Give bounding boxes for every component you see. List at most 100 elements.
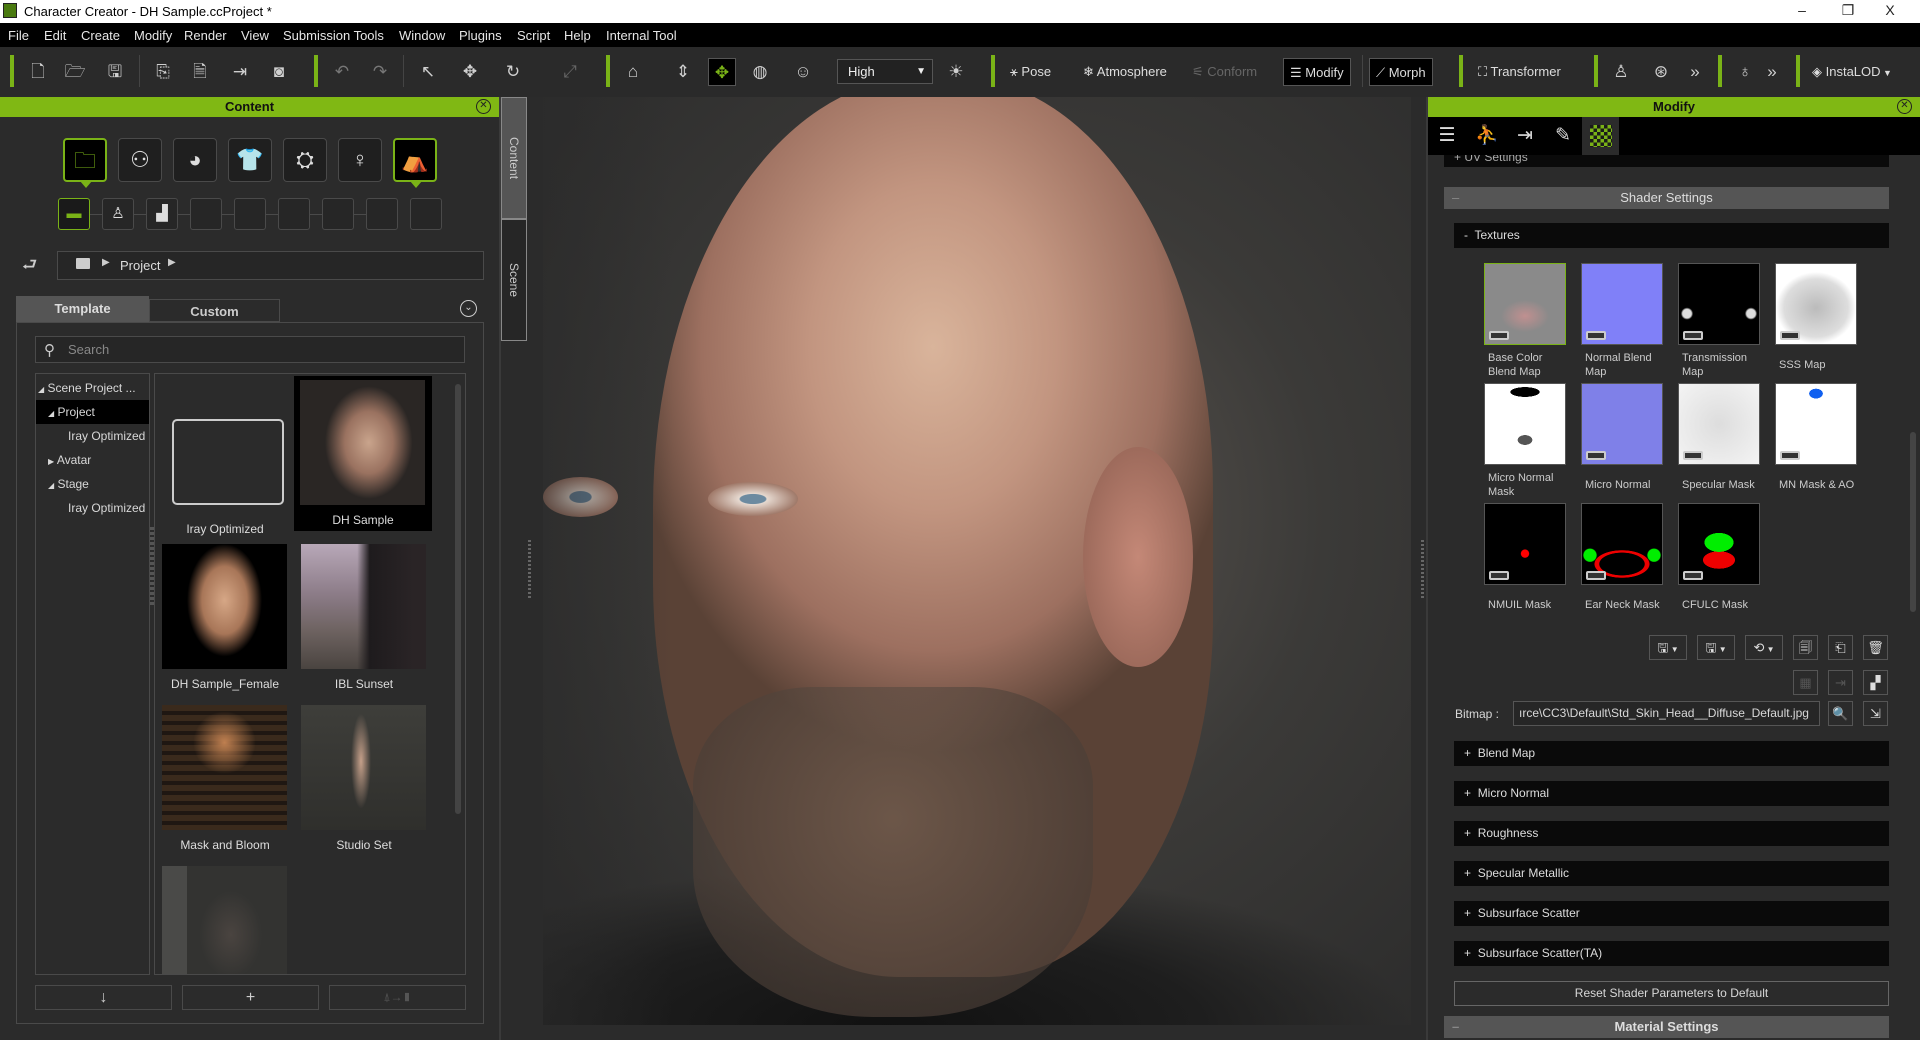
tree-item-stage[interactable]: ◢ Stage <box>36 472 149 496</box>
move-icon[interactable]: ✥ <box>455 58 485 86</box>
back-arrow-icon[interactable]: ⮐ <box>22 252 37 281</box>
search-input[interactable]: ⚲ Search <box>35 336 465 363</box>
menu-create[interactable]: Create <box>81 28 120 43</box>
menu-plugins[interactable]: Plugins <box>459 28 502 43</box>
link-icon[interactable] <box>1780 331 1800 340</box>
empty-subcategory-slot[interactable] <box>234 198 266 230</box>
viewport-resize-handle[interactable] <box>528 540 531 600</box>
bitmap-path-field[interactable]: ırce\CC3\Default\Std_Skin_Head__Diffuse_… <box>1513 701 1820 726</box>
morph-tab-icon[interactable]: ⇥ <box>1508 123 1542 149</box>
load-icon[interactable]: ⎗ <box>1828 635 1853 660</box>
menu-modify[interactable]: Modify <box>134 28 172 43</box>
render-quality-dropdown[interactable]: High ▼ <box>837 59 933 84</box>
link-icon[interactable] <box>1683 331 1703 340</box>
browse-icon[interactable]: 🔍 <box>1828 701 1853 726</box>
clothing-category-icon[interactable]: 👕 <box>228 138 272 182</box>
material-settings-header[interactable]: – Material Settings <box>1444 1016 1889 1038</box>
save-icon[interactable]: 🖫 <box>103 58 127 86</box>
fit-selection-icon[interactable]: ✥ <box>708 58 736 86</box>
texture-base-color-blend-map[interactable]: Base Color Blend Map <box>1484 263 1566 379</box>
sliders-tab-icon[interactable]: ☰ <box>1430 123 1464 149</box>
empty-subcategory-slot[interactable] <box>322 198 354 230</box>
expand-icon[interactable]: ▶ <box>48 457 54 466</box>
atmosphere-button[interactable]: ❄ Atmosphere <box>1083 58 1167 86</box>
menu-edit[interactable]: Edit <box>44 28 66 43</box>
section-micro-normal[interactable]: + Micro Normal <box>1454 781 1889 806</box>
more-plugins-button[interactable]: » <box>1762 58 1782 86</box>
save-texture-button[interactable]: 🖫 ▼ <box>1649 635 1687 660</box>
empty-subcategory-slot[interactable] <box>410 198 442 230</box>
link-icon[interactable] <box>1683 451 1703 460</box>
more-tools-button[interactable]: » <box>1685 58 1705 86</box>
save-as-button[interactable]: 🖫 ▼ <box>1697 635 1735 660</box>
menu-render[interactable]: Render <box>184 28 227 43</box>
export-file-icon[interactable]: 🗎 <box>188 58 212 86</box>
content-item-mask-and-bloom[interactable]: Mask and Bloom <box>162 705 288 852</box>
open-external-icon[interactable]: ⇲ <box>1863 701 1888 726</box>
download-button[interactable]: ↓ <box>35 985 172 1010</box>
light-icon[interactable]: ☀ <box>944 58 968 86</box>
collapse-icon[interactable]: ◢ <box>48 409 54 418</box>
viewport-resize-handle[interactable] <box>1421 540 1424 600</box>
stage-category-icon[interactable]: ⛺ <box>393 138 437 188</box>
redo-icon[interactable]: ↷ <box>368 58 392 86</box>
texture-cfulc-mask[interactable]: CFULC Mask <box>1678 503 1760 612</box>
link-icon[interactable] <box>1683 571 1703 580</box>
face-camera-icon[interactable]: ◍ <box>748 58 772 86</box>
section-roughness[interactable]: + Roughness <box>1454 821 1889 846</box>
checker-icon[interactable]: ▞ <box>1863 670 1888 695</box>
modify-button[interactable]: ☰ Modify <box>1283 58 1351 86</box>
restore-button[interactable]: ❐ <box>1838 2 1858 19</box>
avatar-subcategory-icon[interactable]: ♙ <box>102 198 134 230</box>
pose-category-icon[interactable]: ♀ <box>338 138 382 182</box>
refresh-button[interactable]: ⟲ ▼ <box>1745 635 1783 660</box>
options-dropdown-icon[interactable]: ⌄ <box>460 300 477 317</box>
scene-subcategory-icon[interactable]: ▟ <box>146 198 178 230</box>
empty-subcategory-slot[interactable] <box>278 198 310 230</box>
select-icon[interactable]: ↖ <box>416 58 440 86</box>
link-icon[interactable] <box>1586 331 1606 340</box>
scale-icon[interactable]: ⤢ <box>558 58 582 86</box>
link-icon[interactable] <box>1489 571 1509 580</box>
textures-header[interactable]: - Textures <box>1454 223 1889 248</box>
link-icon[interactable] <box>1780 451 1800 460</box>
side-tab-content[interactable]: Content <box>501 97 527 219</box>
content-item-studio-set[interactable]: Studio Set <box>301 705 427 852</box>
menu-script[interactable]: Script <box>517 28 550 43</box>
close-panel-icon[interactable]: ✕ <box>1897 99 1912 114</box>
fit-height-icon[interactable]: ⇕ <box>671 58 695 86</box>
transformer-button[interactable]: ⛶ Transformer <box>1478 58 1561 86</box>
texture-micro-normal-mask[interactable]: Micro Normal Mask <box>1484 383 1566 499</box>
expression-icon[interactable]: ☺ <box>788 58 818 86</box>
texture-normal-blend-map[interactable]: Normal Blend Map <box>1581 263 1663 379</box>
section-specular-metallic[interactable]: + Specular Metallic <box>1454 861 1889 886</box>
panel-scrollbar[interactable] <box>1910 432 1916 612</box>
section-subsurface-scatter[interactable]: + Subsurface Scatter <box>1454 901 1889 926</box>
menu-help[interactable]: Help <box>564 28 591 43</box>
copy-icon[interactable]: 🗐 <box>1793 635 1818 660</box>
sphere-export-icon[interactable]: ⊛ <box>1648 58 1674 86</box>
project-category-icon[interactable]: 🗀 <box>63 138 107 188</box>
morph-button[interactable]: ⟋ Morph <box>1369 58 1433 86</box>
accessory-category-icon[interactable]: ⛭ <box>283 138 327 182</box>
rotate-icon[interactable]: ↻ <box>498 58 528 86</box>
content-item-dh-sample[interactable]: DH Sample <box>294 376 432 531</box>
texture-ear-neck-mask[interactable]: Ear Neck Mask <box>1581 503 1663 612</box>
home-camera-icon[interactable]: ⌂ <box>618 58 648 86</box>
section-blend-map[interactable]: + Blend Map <box>1454 741 1889 766</box>
tree-item-avatar[interactable]: ▶ Avatar <box>36 448 149 472</box>
texture-transmission-map[interactable]: Transmission Map <box>1678 263 1760 379</box>
menu-internal-tool[interactable]: Internal Tool <box>606 28 677 43</box>
grid-scrollbar[interactable] <box>455 384 461 814</box>
open-folder-icon[interactable]: 🗁 <box>63 58 87 86</box>
folder-icon[interactable] <box>76 258 90 269</box>
new-file-icon[interactable]: 🗋 <box>26 58 50 86</box>
side-tab-scene[interactable]: Scene <box>501 219 527 341</box>
tab-template[interactable]: Template <box>16 296 149 322</box>
undo-icon[interactable]: ↶ <box>330 58 354 86</box>
texture-specular-mask[interactable]: Specular Mask <box>1678 383 1760 492</box>
tree-item-iray-optimized[interactable]: Iray Optimized <box>36 496 149 520</box>
apply-to-button[interactable]: ⍋→▮ <box>329 985 466 1010</box>
close-window-button[interactable]: X <box>1880 2 1900 18</box>
appearance-tab-icon[interactable]: ✎ <box>1546 123 1580 149</box>
